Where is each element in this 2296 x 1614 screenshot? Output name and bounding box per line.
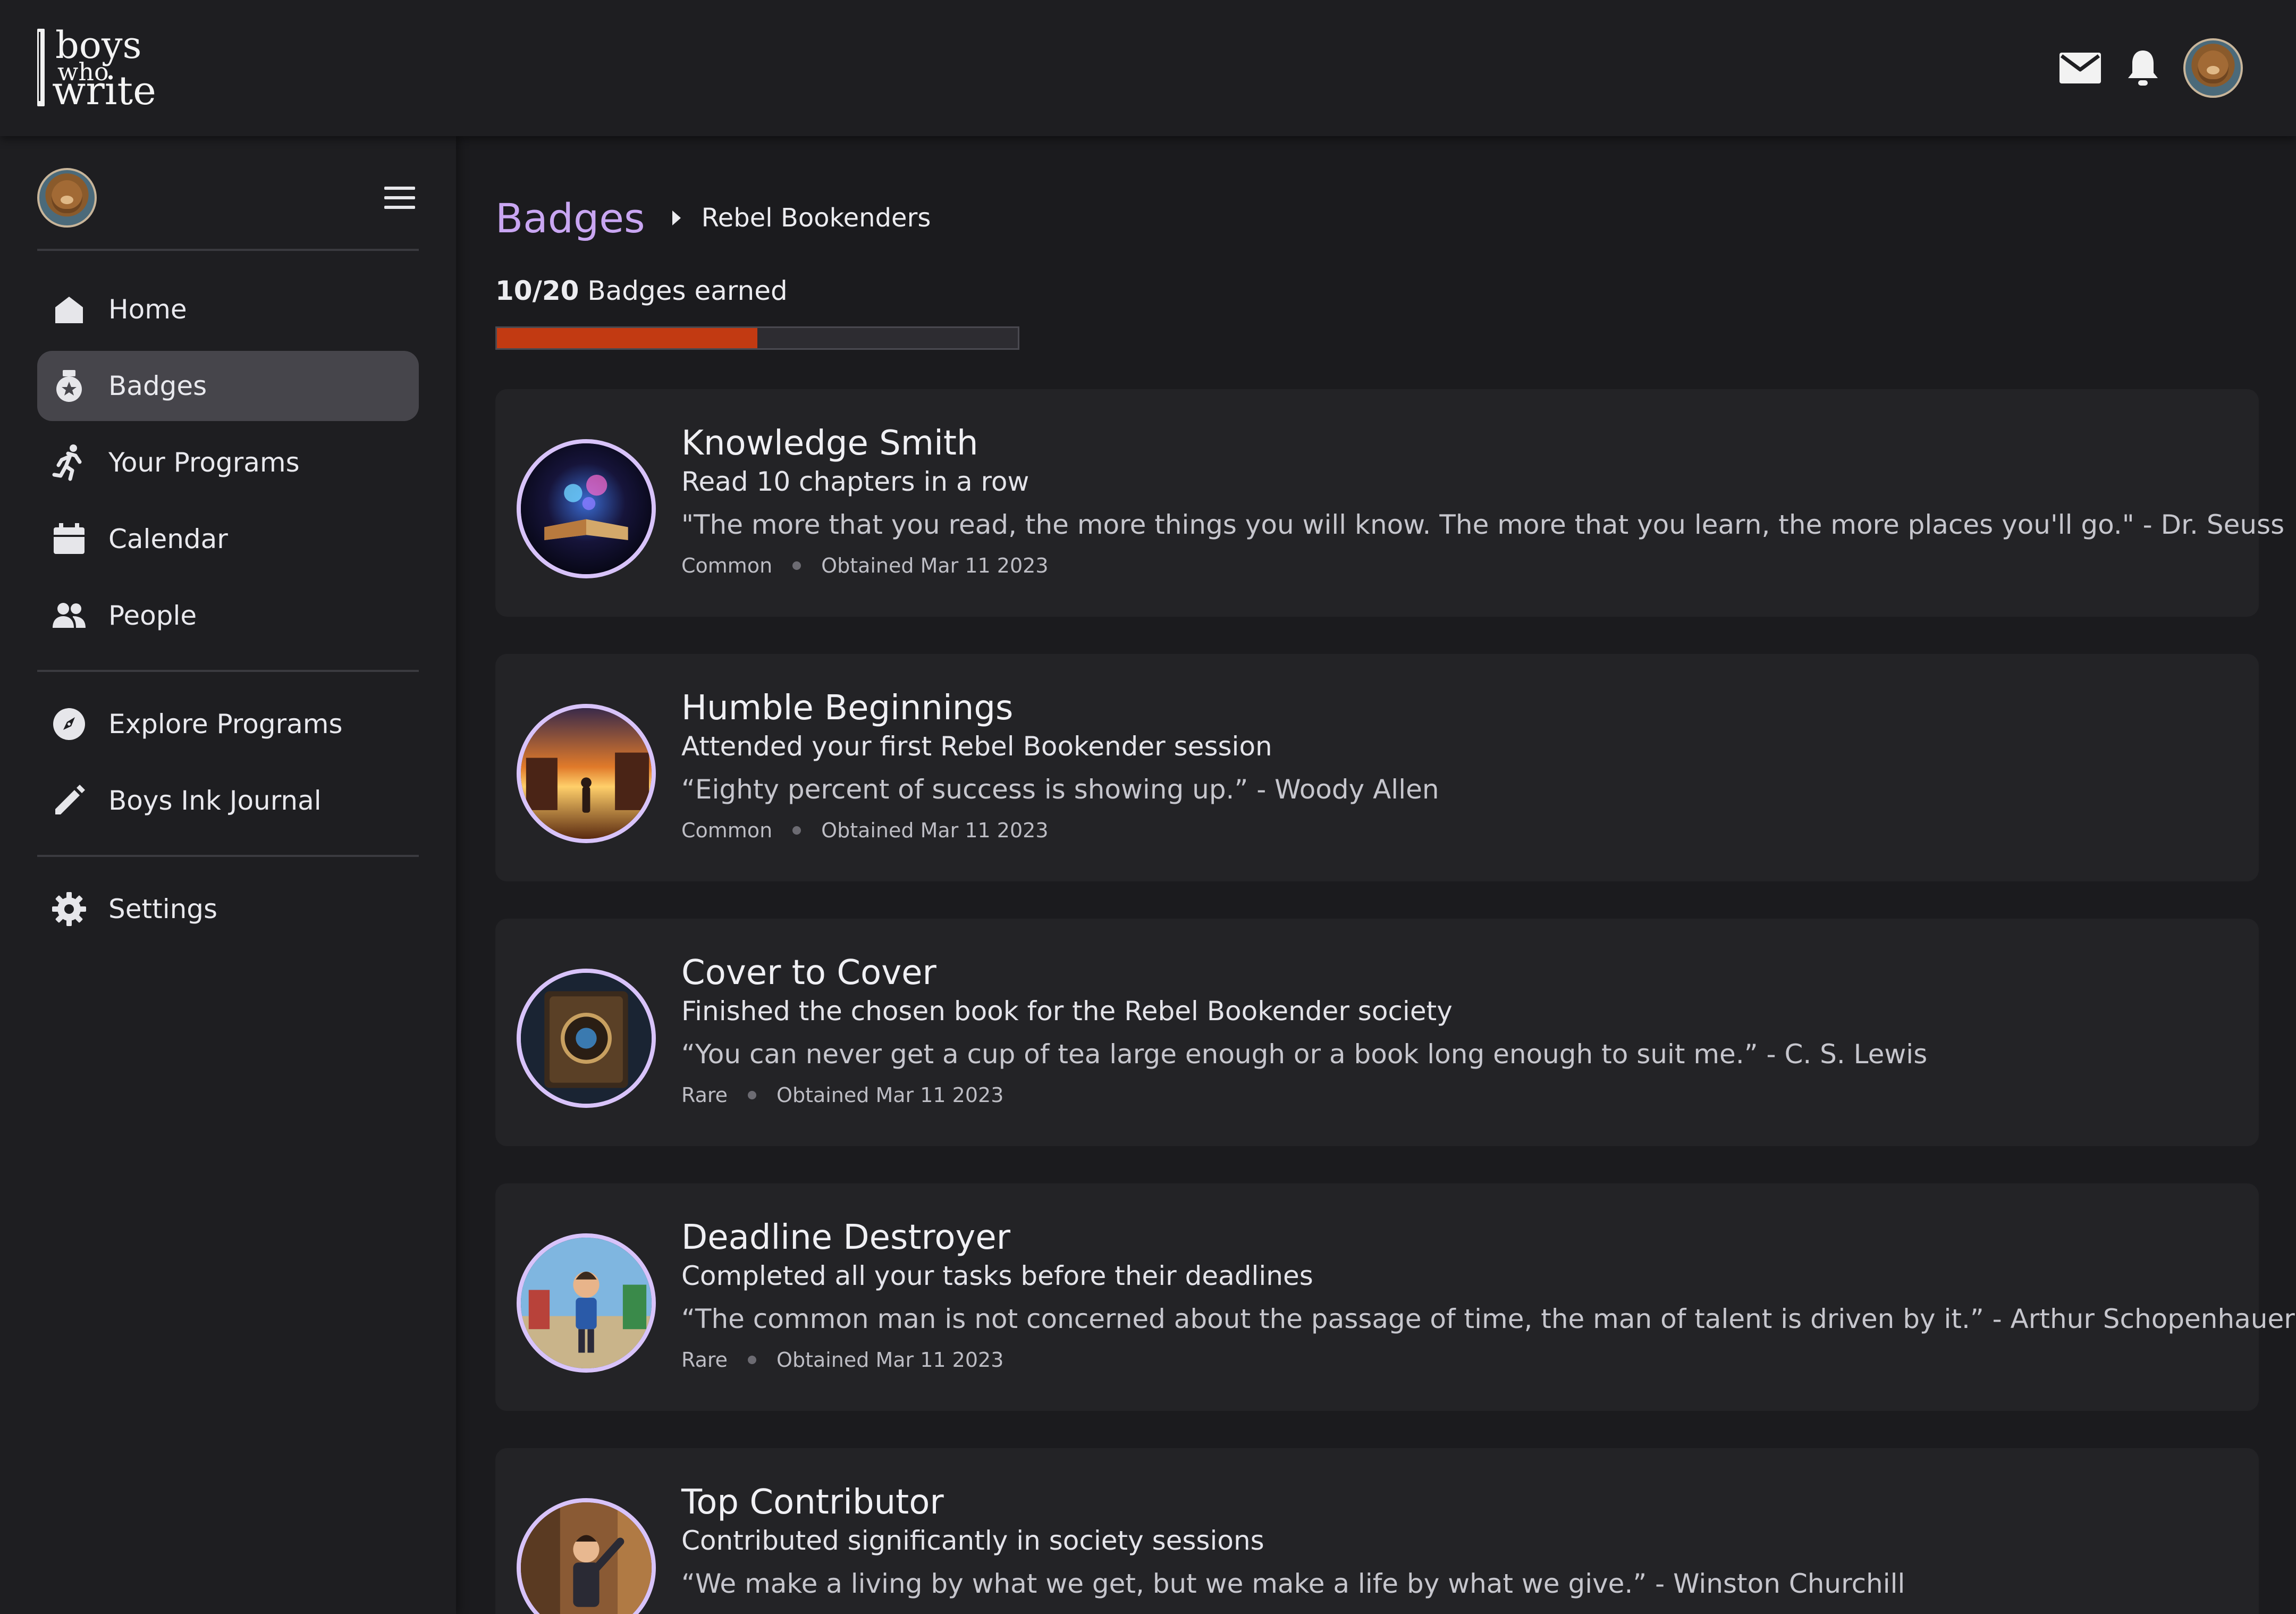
badge-title: Deadline Destroyer xyxy=(681,1218,1011,1257)
meta-separator-dot xyxy=(748,1355,757,1364)
sidebar-item-label: Calendar xyxy=(108,524,228,554)
badges-progress-text: 10/20 Badges earned xyxy=(495,275,788,306)
sidebar-item-settings[interactable]: Settings xyxy=(37,874,419,944)
sidebar-divider xyxy=(37,670,419,672)
badge-description: Finished the chosen book for the Rebel B… xyxy=(681,995,1453,1027)
badge-description: Completed all your tasks before their de… xyxy=(681,1260,1313,1291)
top-bar: boys who write xyxy=(0,0,2296,136)
sidebar-item-label: Settings xyxy=(108,894,218,924)
badge-obtained-date: Obtained Mar 11 2023 xyxy=(821,818,1049,842)
badge-meta: Rare Obtained Mar 11 2023 xyxy=(681,1083,2227,1107)
home-icon xyxy=(48,288,90,331)
meta-separator-dot xyxy=(748,1090,757,1099)
badge-card[interactable]: Top Contributor Contributed significantl… xyxy=(495,1448,2259,1614)
sidebar-item-explore-programs[interactable]: Explore Programs xyxy=(37,689,419,759)
badge-title: Humble Beginnings xyxy=(681,688,1014,728)
badge-quote: "The more that you read, the more things… xyxy=(681,509,2285,540)
badge-image-deadline-destroyer xyxy=(517,1233,656,1373)
badge-rarity: Rare xyxy=(681,1348,728,1372)
badge-title: Knowledge Smith xyxy=(681,424,978,463)
badge-card[interactable]: Knowledge Smith Read 10 chapters in a ro… xyxy=(495,389,2285,617)
badge-meta: Common Obtained Mar 11 2023 xyxy=(681,554,2227,577)
badge-obtained-date: Obtained Mar 11 2023 xyxy=(776,1348,1004,1372)
badge-quote: “Eighty percent of success is showing up… xyxy=(681,774,1439,805)
sidebar-item-your-programs[interactable]: Your Programs xyxy=(37,427,419,498)
badges-progress-label: Badges earned xyxy=(587,275,788,306)
sidebar-item-badges[interactable]: Badges xyxy=(37,351,419,421)
sidebar-item-label: Explore Programs xyxy=(108,709,343,739)
sidebar-item-label: Badges xyxy=(108,371,207,401)
badge-rarity: Rare xyxy=(681,1083,728,1107)
badge-card[interactable]: Cover to Cover Finished the chosen book … xyxy=(495,919,2259,1146)
badge-description: Read 10 chapters in a row xyxy=(681,466,1029,497)
badges-progress-bar xyxy=(495,326,1019,350)
sidebar-divider xyxy=(37,855,419,857)
boys-who-write-logo[interactable]: boys who write xyxy=(36,27,156,114)
badge-rarity: Common xyxy=(681,553,773,577)
sidebar-settings-nav: Settings xyxy=(37,874,419,951)
breadcrumb: Badges Rebel Bookenders xyxy=(495,191,931,245)
meta-separator-dot xyxy=(792,826,801,835)
badges-progress-count: 10/20 xyxy=(495,275,579,306)
badge-meta: Rare Obtained Mar 11 2023 xyxy=(681,1348,2227,1372)
sidebar-item-calendar[interactable]: Calendar xyxy=(37,504,419,574)
badge-details: Deadline Destroyer Completed all your ta… xyxy=(681,1218,2295,1372)
badge-obtained-date: Obtained Mar 11 2023 xyxy=(821,553,1049,577)
badge-image-top-contributor xyxy=(517,1498,656,1614)
badge-title: Cover to Cover xyxy=(681,953,936,993)
badge-card[interactable]: Deadline Destroyer Completed all your ta… xyxy=(495,1183,2295,1411)
sidebar-divider xyxy=(37,249,419,251)
sidebar-secondary-nav: Explore Programs Boys Ink Journal xyxy=(37,689,419,842)
sidebar-avatar[interactable] xyxy=(37,168,97,228)
badge-details: Top Contributor Contributed significantl… xyxy=(681,1483,2227,1601)
sidebar-primary-nav: Home Badges Your Programs Calendar Peopl… xyxy=(37,274,419,657)
badge-quote: “You can never get a cup of tea large en… xyxy=(681,1038,1928,1070)
user-avatar[interactable] xyxy=(2183,38,2243,98)
breadcrumb-current: Rebel Bookenders xyxy=(701,203,931,233)
sidebar-item-label: Your Programs xyxy=(108,447,300,478)
sidebar-item-label: Boys Ink Journal xyxy=(108,785,322,816)
app-root: boys who write Home Badges Your Programs… xyxy=(0,0,2296,1614)
badge-quote: “The common man is not concerned about t… xyxy=(681,1303,2295,1334)
logo-word-write: write xyxy=(52,68,156,114)
badge-description: Attended your first Rebel Bookender sess… xyxy=(681,730,1272,762)
header-actions xyxy=(2058,37,2243,99)
badge-details: Knowledge Smith Read 10 chapters in a ro… xyxy=(681,424,2285,577)
sidebar-item-home[interactable]: Home xyxy=(37,274,419,344)
mail-icon[interactable] xyxy=(2058,46,2103,90)
badge-obtained-date: Obtained Mar 11 2023 xyxy=(776,1083,1004,1107)
pencil-icon xyxy=(48,779,90,822)
sidebar-item-people[interactable]: People xyxy=(37,581,419,651)
badge-icon xyxy=(48,365,90,407)
gear-icon xyxy=(48,888,90,930)
logo-pen-mark xyxy=(37,29,45,106)
badge-card[interactable]: Humble Beginnings Attended your first Re… xyxy=(495,654,2259,881)
badge-image-knowledge-smith xyxy=(517,439,656,578)
calendar-icon xyxy=(48,518,90,560)
sidebar-header xyxy=(37,166,419,230)
chevron-right-icon xyxy=(663,205,690,231)
sidebar: Home Badges Your Programs Calendar Peopl… xyxy=(0,136,456,1614)
running-person-icon xyxy=(48,441,90,484)
badge-meta: Common Obtained Mar 11 2023 xyxy=(681,819,2227,842)
badge-image-cover-to-cover xyxy=(517,969,656,1108)
badge-quote: “We make a living by what we get, but we… xyxy=(681,1568,1905,1599)
badge-details: Humble Beginnings Attended your first Re… xyxy=(681,688,2227,842)
badge-description: Contributed significantly in society ses… xyxy=(681,1525,1264,1556)
breadcrumb-root-link[interactable]: Badges xyxy=(495,195,645,242)
compass-icon xyxy=(48,703,90,745)
badge-details: Cover to Cover Finished the chosen book … xyxy=(681,953,2227,1107)
bell-icon[interactable] xyxy=(2121,46,2165,90)
sidebar-item-label: People xyxy=(108,600,197,631)
badge-title: Top Contributor xyxy=(681,1483,944,1522)
badges-progress-fill xyxy=(497,328,757,348)
sidebar-item-boys-ink-journal[interactable]: Boys Ink Journal xyxy=(37,766,419,836)
sidebar-item-label: Home xyxy=(108,294,187,325)
badge-image-humble-beginnings xyxy=(517,704,656,843)
badge-rarity: Common xyxy=(681,818,773,842)
people-icon xyxy=(48,594,90,637)
hamburger-menu-icon[interactable] xyxy=(381,179,419,217)
main-content: Badges Rebel Bookenders 10/20 Badges ear… xyxy=(456,136,2296,1614)
meta-separator-dot xyxy=(792,561,801,570)
